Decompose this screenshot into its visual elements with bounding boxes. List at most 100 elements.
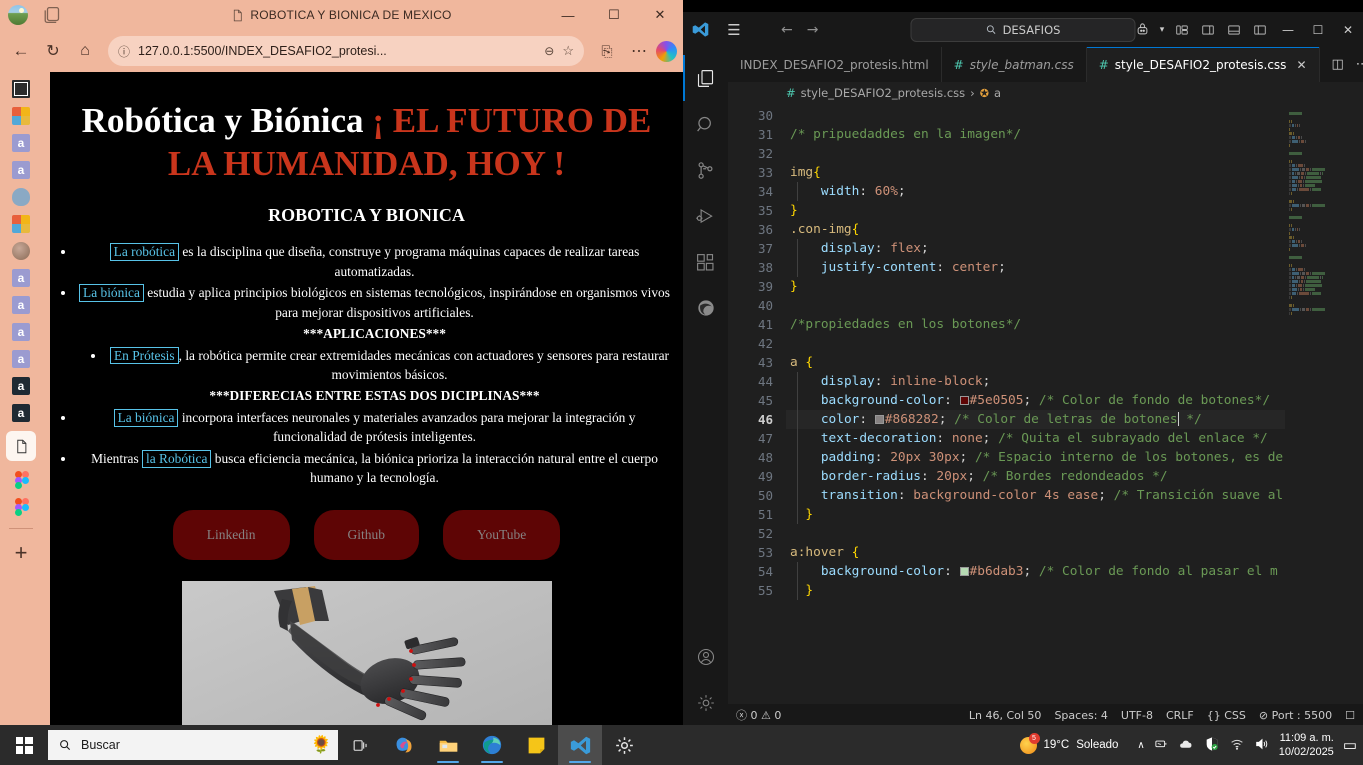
- code-line[interactable]: justify-content: center;: [786, 258, 1363, 277]
- tab-style-batman-css[interactable]: # style_batman.css: [941, 47, 1087, 82]
- vscode-forward-icon[interactable]: →: [807, 22, 819, 38]
- youtube-button[interactable]: YouTube: [443, 509, 561, 560]
- tab-favicon-a-2[interactable]: a: [12, 161, 30, 179]
- windows-security-icon[interactable]: [1204, 736, 1220, 755]
- code-line[interactable]: [786, 524, 1363, 543]
- tab-favicon-a-1[interactable]: a: [12, 134, 30, 152]
- vscode-menu-icon[interactable]: ☰: [717, 21, 751, 39]
- maximize-button[interactable]: ☐: [591, 0, 637, 30]
- address-bar[interactable]: ⓘ 127.0.0.1:5500/INDEX_DESAFIO2_protesi.…: [108, 36, 584, 66]
- tab-style-desafio2-css[interactable]: # style_DESAFIO2_protesis.css ✕: [1086, 47, 1320, 82]
- code-line[interactable]: a {: [786, 353, 1363, 372]
- tab-favicon-cloud[interactable]: [12, 188, 30, 206]
- edge-tools-icon[interactable]: [683, 285, 728, 331]
- volume-icon[interactable]: [1254, 736, 1270, 755]
- encoding[interactable]: UTF-8: [1121, 709, 1153, 722]
- code-line[interactable]: [786, 144, 1363, 163]
- eol[interactable]: CRLF: [1166, 709, 1194, 722]
- code-line[interactable]: [786, 334, 1363, 353]
- profile-avatar[interactable]: [8, 5, 28, 25]
- extensions-icon[interactable]: [683, 239, 728, 285]
- remote-explorer-icon[interactable]: [1129, 22, 1155, 37]
- toggle-secondary-sidebar-icon[interactable]: [1195, 23, 1221, 37]
- customize-layout-icon[interactable]: [1247, 23, 1273, 37]
- tab-favicon-coin[interactable]: [12, 242, 30, 260]
- code-line[interactable]: width: 60%;: [786, 182, 1363, 201]
- accounts-icon[interactable]: [683, 634, 728, 680]
- favorite-star-icon[interactable]: ☆: [562, 43, 574, 59]
- weather-widget[interactable]: 5 19°C Soleado: [1019, 732, 1118, 754]
- tab-favicon-a-8[interactable]: a: [12, 404, 30, 422]
- onedrive-cloud-icon[interactable]: [1178, 735, 1195, 755]
- show-hidden-icons-chevron[interactable]: ∧: [1137, 740, 1144, 751]
- problems-indicator[interactable]: ⓧ 0 ⚠ 0: [736, 707, 781, 723]
- run-debug-icon[interactable]: [683, 193, 728, 239]
- more-options-icon[interactable]: ⋯: [624, 36, 654, 66]
- zoom-icon[interactable]: ⊖: [544, 44, 554, 58]
- breadcrumb-symbol[interactable]: a: [994, 86, 1001, 100]
- explorer-icon[interactable]: [683, 55, 728, 101]
- indentation[interactable]: Spaces: 4: [1054, 709, 1107, 722]
- task-view-button[interactable]: [338, 725, 382, 765]
- close-button[interactable]: ✕: [637, 0, 683, 30]
- color-swatch-icon[interactable]: [959, 396, 969, 405]
- tab-index-html[interactable]: INDEX_DESAFIO2_protesis.html: [728, 47, 942, 82]
- code-line[interactable]: }: [786, 581, 1363, 600]
- code-line[interactable]: display: inline-block;: [786, 372, 1363, 391]
- color-swatch-icon[interactable]: [959, 567, 969, 576]
- code-content[interactable]: /* pripuedaddes en la imagen*/img{ width…: [786, 104, 1363, 704]
- source-control-icon[interactable]: [683, 147, 728, 193]
- term-tag-bionica-2[interactable]: La biónica: [113, 408, 179, 427]
- code-line[interactable]: [786, 106, 1363, 125]
- code-line[interactable]: }: [786, 201, 1363, 220]
- notifications-bell-icon[interactable]: ☐: [1345, 709, 1355, 722]
- tab-favicon-microsoft-2[interactable]: [12, 215, 30, 233]
- site-info-icon[interactable]: ⓘ: [118, 43, 130, 60]
- bluetooth-battery-icon[interactable]: [1154, 736, 1169, 754]
- tab-favicon-a-5[interactable]: a: [12, 323, 30, 341]
- linkedin-button[interactable]: Linkedin: [172, 509, 290, 560]
- code-line[interactable]: a:hover {: [786, 543, 1363, 562]
- refresh-icon[interactable]: ↻: [38, 36, 68, 66]
- breadcrumb-file[interactable]: style_DESAFIO2_protesis.css: [801, 86, 966, 100]
- vscode-app-icon[interactable]: [558, 725, 602, 765]
- code-editor[interactable]: 30 31 32 33 34 35 36 37 38 39 40 41 42 43 44 45 46 47 48 49…: [728, 104, 1363, 704]
- github-button[interactable]: Github: [313, 509, 420, 560]
- tab-favicon-figma-2[interactable]: [12, 497, 30, 516]
- vscode-close-button[interactable]: ✕: [1333, 12, 1363, 47]
- code-line[interactable]: background-color: #b6dab3; /* Color de f…: [786, 562, 1363, 581]
- tab-favicon-a-6[interactable]: a: [12, 350, 30, 368]
- settings-app-icon[interactable]: [602, 725, 646, 765]
- minimize-button[interactable]: —: [545, 0, 591, 30]
- new-tab-button[interactable]: +: [15, 542, 28, 564]
- minimap[interactable]: [1285, 104, 1363, 704]
- code-line[interactable]: text-decoration: none; /* Quita el subra…: [786, 429, 1363, 448]
- term-tag-robotica-2[interactable]: la Robótica: [142, 449, 212, 468]
- code-line[interactable]: /*propiedades en los botones*/: [786, 315, 1363, 334]
- tab-favicon-figma-1[interactable]: [12, 470, 30, 489]
- taskbar-search[interactable]: Buscar 🌻: [48, 730, 338, 760]
- edge-app-icon[interactable]: [470, 725, 514, 765]
- toggle-primary-sidebar-icon[interactable]: [1169, 23, 1195, 37]
- code-line[interactable]: transition: background-color 4s ease; /*…: [786, 486, 1363, 505]
- vscode-back-icon[interactable]: ←: [781, 22, 793, 38]
- file-explorer-icon[interactable]: [426, 725, 470, 765]
- back-icon[interactable]: ←: [6, 36, 36, 66]
- vscode-command-search[interactable]: DESAFIOS: [910, 17, 1136, 42]
- term-tag-protesis[interactable]: En Prótesis: [109, 346, 179, 365]
- code-line[interactable]: color: #868282; /* Color de letras de bo…: [786, 410, 1363, 429]
- tab-close-icon[interactable]: ✕: [1296, 58, 1306, 72]
- code-line[interactable]: }: [786, 505, 1363, 524]
- term-tag-robotica[interactable]: La robótica: [109, 243, 180, 262]
- chevron-down-icon[interactable]: ▾: [1155, 25, 1169, 35]
- code-line[interactable]: img{: [786, 163, 1363, 182]
- sticky-notes-icon[interactable]: [514, 725, 558, 765]
- vscode-minimize-button[interactable]: —: [1273, 12, 1303, 47]
- split-editor-icon[interactable]: ◫: [1332, 57, 1344, 72]
- settings-gear-icon[interactable]: [683, 680, 728, 726]
- wifi-icon[interactable]: [1229, 736, 1245, 755]
- cursor-position[interactable]: Ln 46, Col 50: [969, 709, 1042, 722]
- code-line[interactable]: }: [786, 277, 1363, 296]
- vertical-tabs-icon[interactable]: [42, 4, 64, 26]
- notifications-icon[interactable]: ▭: [1343, 736, 1357, 754]
